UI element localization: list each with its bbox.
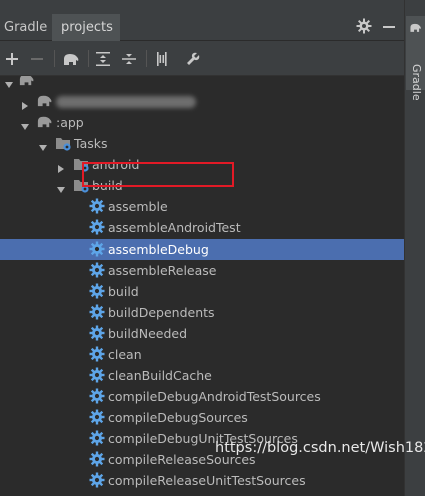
task-gear-icon xyxy=(89,388,106,405)
node-label: assembleAndroidTest xyxy=(108,220,241,235)
tree-node[interactable] xyxy=(0,91,404,112)
gradle-module-icon xyxy=(36,114,53,131)
collapsed-arrow-icon[interactable] xyxy=(20,96,30,110)
node-label: clean xyxy=(108,347,142,362)
task-row[interactable]: assembleRelease xyxy=(0,260,404,281)
toolbar-separator xyxy=(54,50,55,67)
redacted-label xyxy=(56,96,196,108)
gradle-task-tree[interactable]: :app Tasks android build assemble assembleAnd… xyxy=(0,76,404,496)
task-row[interactable]: build xyxy=(0,281,404,302)
node-label: assembleRelease xyxy=(108,263,217,278)
expanded-arrow-icon[interactable] xyxy=(38,138,48,151)
node-label: compileReleaseUnitTestSources xyxy=(108,473,306,488)
expanded-arrow-icon[interactable] xyxy=(56,180,66,193)
wrench-icon[interactable] xyxy=(184,50,202,68)
task-gear-icon xyxy=(89,283,106,300)
collapsed-arrow-icon[interactable] xyxy=(56,159,66,173)
task-row[interactable]: compileReleaseUnitTestSources xyxy=(0,470,404,491)
hide-icon[interactable] xyxy=(382,18,396,38)
task-row[interactable]: compileDebugSources xyxy=(0,407,404,428)
task-gear-icon xyxy=(89,325,106,342)
right-tool-strip: Gradle xyxy=(404,0,425,496)
collapse-all-icon[interactable] xyxy=(120,50,138,68)
tree-node[interactable]: :app xyxy=(0,112,404,133)
tool-window-header: Gradle projects xyxy=(0,0,404,41)
task-row[interactable]: clean xyxy=(0,344,404,365)
node-label: build xyxy=(108,284,139,299)
node-label: Tasks xyxy=(74,136,108,151)
expanded-arrow-icon[interactable] xyxy=(20,117,30,130)
watermark: https://blog.csdn.net/Wish1820 xyxy=(215,440,425,456)
elephant-icon[interactable] xyxy=(62,50,80,68)
toolbar-separator xyxy=(88,50,89,67)
task-gear-icon xyxy=(89,198,106,215)
node-label: compileDebugAndroidTestSources xyxy=(108,389,321,404)
gradle-strip-button[interactable]: Gradle xyxy=(406,16,425,101)
task-row[interactable]: assembleDebug xyxy=(0,239,404,260)
toolbar-separator xyxy=(146,50,147,67)
add-icon[interactable] xyxy=(3,50,21,68)
toggle-offline-icon[interactable] xyxy=(153,50,171,68)
task-row[interactable]: buildNeeded xyxy=(0,323,404,344)
task-gear-icon xyxy=(89,219,106,236)
expanded-arrow-icon[interactable] xyxy=(4,76,14,88)
annotation-box xyxy=(82,162,234,187)
task-gear-icon xyxy=(89,367,106,384)
task-gear-icon xyxy=(89,430,106,447)
folder-icon xyxy=(55,135,72,152)
task-gear-icon xyxy=(89,472,106,489)
task-row[interactable]: assemble xyxy=(0,196,404,217)
remove-icon[interactable] xyxy=(28,50,46,68)
tab-gradle[interactable]: Gradle xyxy=(4,14,47,41)
task-gear-icon xyxy=(89,409,106,426)
task-row[interactable]: assembleAndroidTest xyxy=(0,217,404,238)
expand-all-icon[interactable] xyxy=(94,50,112,68)
task-row[interactable]: compileDebugAndroidTestSources xyxy=(0,386,404,407)
node-label: compileDebugSources xyxy=(108,410,248,425)
gradle-module-icon xyxy=(36,93,53,110)
task-row[interactable]: cleanBuildCache xyxy=(0,365,404,386)
node-label: assembleDebug xyxy=(108,242,209,257)
gear-icon[interactable] xyxy=(356,18,372,38)
node-label: buildDependents xyxy=(108,305,215,320)
gradle-strip-label: Gradle xyxy=(410,64,423,101)
elephant-icon xyxy=(410,23,421,32)
task-row[interactable]: buildDependents xyxy=(0,302,404,323)
node-label: buildNeeded xyxy=(108,326,188,341)
task-gear-icon xyxy=(89,262,106,279)
tree-node[interactable] xyxy=(0,76,404,91)
gradle-module-icon xyxy=(18,76,35,89)
task-gear-icon xyxy=(89,304,106,321)
tree-node[interactable]: Tasks xyxy=(0,133,404,154)
node-label: assemble xyxy=(108,199,168,214)
task-gear-icon xyxy=(89,241,106,258)
gradle-toolbar xyxy=(0,41,404,76)
task-gear-icon xyxy=(89,451,106,468)
task-gear-icon xyxy=(89,346,106,363)
node-label: cleanBuildCache xyxy=(108,368,212,383)
node-label: :app xyxy=(56,115,84,130)
tab-projects[interactable]: projects xyxy=(52,14,120,41)
